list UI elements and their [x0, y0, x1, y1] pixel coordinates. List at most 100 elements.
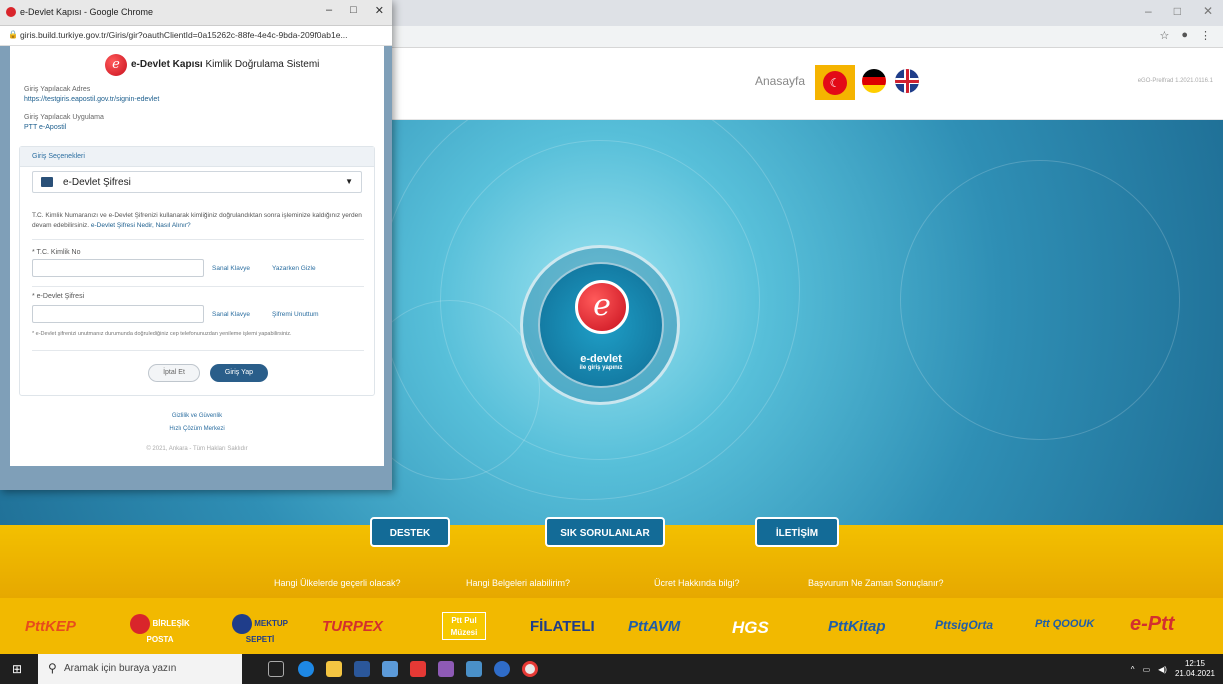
countries-link[interactable]: Hangi Ülkelerde geçerli olacak? — [274, 578, 401, 588]
faq-button[interactable]: SIK SORULANLAR — [545, 517, 665, 547]
virtual-keyboard-link-tc[interactable]: Sanal Klavye — [212, 265, 250, 272]
chrome-icon[interactable] — [522, 661, 538, 677]
photos-icon[interactable] — [438, 661, 454, 677]
edevlet-login-popup: e-Devlet Kapısı - Google Chrome – □ ✕ 🔒 … — [0, 0, 392, 490]
clock-time: 12:15 — [1184, 659, 1205, 668]
login-button[interactable]: Giriş Yap — [210, 364, 268, 382]
app-label: Giriş Yapılacak Uygulama — [24, 114, 104, 121]
close-button[interactable]: ✕ — [1203, 4, 1213, 18]
cancel-button[interactable]: İptal Et — [148, 364, 200, 382]
divider — [32, 286, 364, 287]
documents-link[interactable]: Hangi Belgeleri alabilirim? — [466, 578, 570, 588]
nav-home-link[interactable]: Anasayfa — [755, 74, 805, 88]
partner-birlesik-posta-label: BİRLEŞİK POSTA — [146, 619, 190, 644]
result-time-link[interactable]: Başvurum Ne Zaman Sonuçlanır? — [808, 578, 944, 588]
partner-pul-muzesi[interactable]: Ptt Pul Müzesi — [442, 612, 486, 640]
german-flag-icon[interactable] — [862, 69, 886, 93]
hero-title[interactable]: e-devlet — [538, 353, 664, 365]
app-icon[interactable] — [382, 661, 398, 677]
info-text-body: T.C. Kimlik Numaranızı ve e-Devlet Şifre… — [32, 212, 362, 229]
network-icon[interactable]: ▭ — [1143, 665, 1151, 674]
clock-date: 21.04.2021 — [1174, 669, 1215, 678]
partner-pttkep[interactable]: PttKEP — [25, 618, 76, 635]
file-explorer-icon[interactable] — [326, 661, 342, 677]
brand-name-bold: e-Devlet Kapısı — [131, 59, 203, 70]
internet-explorer-icon[interactable] — [494, 661, 510, 677]
forgot-password-link[interactable]: Şifremi Unuttum — [272, 311, 319, 318]
support-button[interactable]: DESTEK — [370, 517, 450, 547]
tc-label: * T.C. Kimlik No — [32, 249, 81, 256]
info-band: DESTEK SIK SORULANLAR İLETİŞİM Hangi Ülk… — [0, 517, 1223, 598]
address-label: Giriş Yapılacak Adres — [24, 86, 91, 93]
volume-icon[interactable]: ◀) — [1158, 665, 1167, 674]
edevlet-logo-icon[interactable]: e — [575, 280, 629, 334]
partner-pttqoouk[interactable]: Ptt QOOUK — [1035, 618, 1094, 630]
chevron-down-icon: ▼ — [345, 177, 353, 186]
menu-icon[interactable]: ⋮ — [1200, 29, 1211, 42]
virtual-keyboard-link-pwd[interactable]: Sanal Klavye — [212, 311, 250, 318]
password-input[interactable] — [32, 305, 204, 323]
windows-taskbar: ⊞ ⚲ Aramak için buraya yazın ^ ▭ ◀) 12:1… — [0, 654, 1223, 684]
taskbar-search-placeholder: Aramak için buraya yazın — [64, 663, 177, 674]
partner-strip: PttKEP BİRLEŞİK POSTA MEKTUP SEPETİ TURP… — [0, 598, 1223, 654]
address-value[interactable]: https://testgiris.eapostil.gov.tr/signin… — [24, 96, 159, 103]
pdf-icon[interactable] — [410, 661, 426, 677]
popup-url-bar[interactable]: 🔒 giris.build.turkiye.gov.tr/Giris/gir?o… — [0, 26, 392, 46]
windows-start-icon[interactable]: ⊞ — [12, 663, 24, 675]
search-icon: ⚲ — [48, 661, 57, 675]
minimize-button[interactable]: – — [1145, 4, 1152, 18]
word-icon[interactable] — [354, 661, 370, 677]
version-label: eGO-Prelfrad 1.2021.0116.1 — [1137, 78, 1213, 84]
popup-url[interactable]: giris.build.turkiye.gov.tr/Giris/gir?oau… — [20, 30, 380, 40]
partner-mektup-sepeti[interactable]: MEKTUP SEPETİ — [230, 612, 290, 644]
popup-close-button[interactable]: ✕ — [375, 4, 384, 17]
app-value: PTT e-Apostil — [24, 124, 67, 131]
login-method-value: e-Devlet Şifresi — [63, 177, 131, 188]
edevlet-favicon-icon — [6, 7, 16, 17]
login-method-select[interactable]: e-Devlet Şifresi ▼ — [32, 171, 362, 193]
outlook-icon[interactable] — [466, 661, 482, 677]
fee-link[interactable]: Ücret Hakkında bilgi? — [654, 578, 740, 588]
turkish-flag-icon[interactable]: ☾ — [815, 65, 855, 100]
partner-filateli[interactable]: FİLATELI — [530, 618, 595, 635]
tc-input[interactable] — [32, 259, 204, 277]
brand-name: e-Devlet Kapısı Kimlik Doğrulama Sistemi — [131, 59, 319, 70]
hide-while-typing-link[interactable]: Yazarken Gizle — [272, 265, 316, 272]
contact-button[interactable]: İLETİŞİM — [755, 517, 839, 547]
copyright-text: © 2021, Ankara - Tüm Hakları Saklıdır — [146, 446, 248, 452]
partner-eptt[interactable]: e-Ptt — [1130, 613, 1174, 636]
task-view-icon[interactable] — [268, 661, 284, 677]
popup-window-controls: – □ ✕ — [326, 4, 384, 17]
taskbar-search[interactable]: ⚲ Aramak için buraya yazın — [38, 654, 242, 684]
partner-turpex[interactable]: TURPEX — [322, 618, 383, 635]
login-card: e e-Devlet Kapısı Kimlik Doğrulama Siste… — [10, 46, 384, 466]
maximize-button[interactable]: □ — [1174, 4, 1181, 18]
partner-hgs[interactable]: HGS — [732, 618, 769, 638]
password-label: * e-Devlet Şifresi — [32, 293, 85, 300]
popup-window-title: e-Devlet Kapısı - Google Chrome — [20, 7, 154, 17]
background-window-controls: – □ ✕ — [1145, 4, 1213, 18]
info-link[interactable]: e-Devlet Şifresi Nedir, Nasıl Alınır? — [91, 222, 191, 229]
partner-pttsigorta[interactable]: PttsigOrta — [935, 618, 993, 632]
clock[interactable]: 12:15 21.04.2021 — [1175, 659, 1215, 679]
privacy-link[interactable]: Gizlilik ve Güvenlik — [10, 413, 384, 419]
edge-icon[interactable] — [298, 661, 314, 677]
edevlet-logo-icon: e — [105, 54, 127, 76]
star-icon[interactable]: ☆ — [1159, 29, 1169, 42]
partner-pttavm[interactable]: PttAVM — [628, 618, 680, 635]
popup-titlebar: e-Devlet Kapısı - Google Chrome – □ ✕ — [0, 0, 392, 26]
login-options-header: Giriş Seçenekleri — [20, 147, 374, 167]
popup-minimize-button[interactable]: – — [326, 4, 332, 17]
profile-icon[interactable]: ● — [1181, 29, 1188, 42]
key-card-icon — [41, 177, 53, 187]
quick-help-link[interactable]: Hızlı Çözüm Merkezi — [10, 426, 384, 432]
popup-maximize-button[interactable]: □ — [350, 4, 357, 17]
login-options-panel: Giriş Seçenekleri e-Devlet Şifresi ▼ T.C… — [19, 146, 375, 396]
uk-flag-icon[interactable] — [895, 69, 919, 93]
partner-pttkitap[interactable]: PttKitap — [828, 618, 886, 635]
partner-birlesik-posta[interactable]: BİRLEŞİK POSTA — [125, 612, 195, 644]
hero-subtitle[interactable]: ile giriş yapınız — [538, 365, 664, 371]
tray-chevron-icon[interactable]: ^ — [1131, 665, 1135, 674]
password-note: * e-Devlet şifrenizi unutmanız durumunda… — [32, 331, 292, 337]
lock-icon: 🔒 — [8, 30, 18, 39]
